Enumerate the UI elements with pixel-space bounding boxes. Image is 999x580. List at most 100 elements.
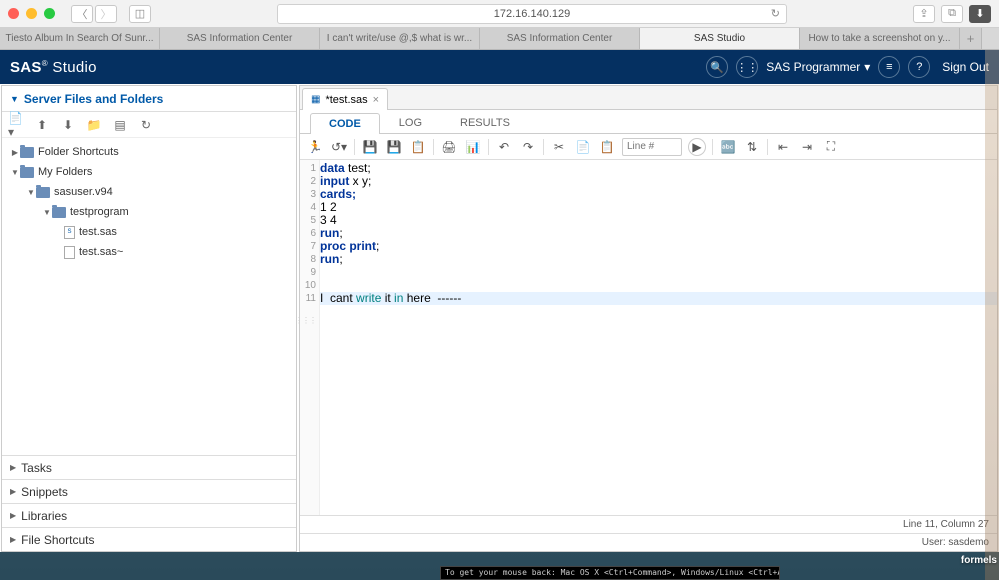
menu-icon[interactable]: ≡ xyxy=(878,56,900,78)
code-content[interactable]: data test; input x y; cards; 1 2 3 4 run… xyxy=(320,160,997,515)
tree-file[interactable]: test.sas~ xyxy=(2,242,296,262)
tree-file[interactable]: S test.sas xyxy=(2,222,296,242)
save-icon[interactable]: 💾 xyxy=(361,138,379,156)
close-window[interactable] xyxy=(8,8,19,19)
sign-out-link[interactable]: Sign Out xyxy=(942,60,989,74)
line-gutter: 1234567891011 xyxy=(300,160,320,515)
vm-hint-bar: To get your mouse back: Mac OS X <Ctrl+C… xyxy=(440,566,780,580)
sas-header: SAS® Studio 🔍 ⋮⋮ SAS Programmer▾ ≡ ? Sig… xyxy=(0,50,999,84)
help-icon[interactable]: ? xyxy=(908,56,930,78)
tree-item[interactable]: ▼ sasuser.v94 xyxy=(2,182,296,202)
editor-area: ⋮⋮⋮ ▦ *test.sas × CODE LOG RESULTS 🏃 ↺▾ … xyxy=(299,85,998,552)
tree-item[interactable]: ▼ My Folders xyxy=(2,162,296,182)
browser-tab[interactable]: How to take a screenshot on y... xyxy=(800,28,960,49)
upload-icon[interactable]: ⬆ xyxy=(34,117,50,133)
panel-file-shortcuts[interactable]: ▶File Shortcuts xyxy=(2,527,296,551)
sas-file-icon: ▦ xyxy=(311,94,320,105)
forward-button[interactable]: 〉 xyxy=(95,5,117,23)
new-folder-icon[interactable]: 📁 xyxy=(86,117,102,133)
goto-line-input[interactable] xyxy=(622,138,682,156)
panel-header-files[interactable]: ▼ Server Files and Folders xyxy=(2,86,296,112)
panel-snippets[interactable]: ▶Snippets xyxy=(2,479,296,503)
browser-tab[interactable]: SAS Information Center xyxy=(160,28,320,49)
browser-tab[interactable]: SAS Information Center xyxy=(480,28,640,49)
desktop-background-edge xyxy=(985,50,999,580)
view-tabs: CODE LOG RESULTS xyxy=(300,110,997,134)
print-icon[interactable]: 🖨 xyxy=(440,138,458,156)
panel-libraries[interactable]: ▶Libraries xyxy=(2,503,296,527)
cut-icon[interactable]: ✂ xyxy=(550,138,568,156)
share-button[interactable]: ⇪ xyxy=(913,5,935,23)
tabs-button[interactable]: ⧉ xyxy=(941,5,963,23)
downloads-button[interactable]: ⬇ xyxy=(969,5,991,23)
browser-tab-bar: Tiesto Album In Search Of Sunr... SAS In… xyxy=(0,28,999,50)
run-icon[interactable]: 🏃 xyxy=(306,138,324,156)
expand-icon[interactable]: ▶ xyxy=(10,148,20,157)
browser-toolbar: 〈 〉 ◫ 172.16.140.129 ↻ ⇪ ⧉ ⬇ xyxy=(0,0,999,28)
history-icon[interactable]: ↺▾ xyxy=(330,138,348,156)
tree-item[interactable]: ▶ Folder Shortcuts xyxy=(2,142,296,162)
folder-icon xyxy=(36,187,50,198)
folder-icon xyxy=(20,147,34,158)
desktop-label: formels xyxy=(961,555,997,566)
file-tabs: ▦ *test.sas × xyxy=(300,86,997,110)
folder-icon xyxy=(52,207,66,218)
new-tab-button[interactable]: + xyxy=(960,28,982,49)
copy-icon[interactable]: 📄 xyxy=(574,138,592,156)
main-area: ▼ Server Files and Folders 📄▾ ⬆ ⬇ 📁 ▤ ↻ … xyxy=(0,84,999,552)
replace-icon[interactable]: ⇅ xyxy=(743,138,761,156)
sas-logo: SAS® Studio xyxy=(10,59,97,76)
undo-icon[interactable]: ↶ xyxy=(495,138,513,156)
maximize-icon[interactable]: ⛶ xyxy=(822,138,840,156)
tab-results[interactable]: RESULTS xyxy=(441,112,529,133)
tab-code[interactable]: CODE xyxy=(310,113,380,134)
export-icon[interactable]: 📋 xyxy=(409,138,427,156)
back-button[interactable]: 〈 xyxy=(71,5,93,23)
sas-file-icon: S xyxy=(64,226,75,239)
caret-down-icon: ▼ xyxy=(10,94,19,104)
url-bar[interactable]: 172.16.140.129 ↻ xyxy=(277,4,787,24)
new-file-icon[interactable]: 📄▾ xyxy=(8,117,24,133)
traffic-lights xyxy=(8,8,55,19)
redo-icon[interactable]: ↷ xyxy=(519,138,537,156)
sidebar-toolbar: 📄▾ ⬆ ⬇ 📁 ▤ ↻ xyxy=(2,112,296,138)
browser-tab[interactable]: I can't write/use @,$ what is wr... xyxy=(320,28,480,49)
close-tab-icon[interactable]: × xyxy=(373,94,379,106)
indent-icon[interactable]: ⇥ xyxy=(798,138,816,156)
reload-icon[interactable]: ↻ xyxy=(771,7,780,20)
cursor-status: Line 11, Column 27 xyxy=(300,515,997,533)
collapse-icon[interactable]: ▼ xyxy=(26,188,36,197)
user-status: User: sasdemo xyxy=(300,533,997,551)
file-tab[interactable]: ▦ *test.sas × xyxy=(302,88,388,110)
paste-icon[interactable]: 📋 xyxy=(598,138,616,156)
refresh-icon[interactable]: ↻ xyxy=(138,117,154,133)
find-icon[interactable]: 🔤 xyxy=(719,138,737,156)
chevron-down-icon: ▾ xyxy=(864,60,870,74)
download-icon[interactable]: ⬇ xyxy=(60,117,76,133)
tree-item[interactable]: ▼ testprogram xyxy=(2,202,296,222)
folder-icon xyxy=(20,167,34,178)
url-text: 172.16.140.129 xyxy=(494,8,570,20)
editor-toolbar: 🏃 ↺▾ 💾 💾 📋 🖨 📊 ↶ ↷ ✂ 📄 📋 ▶ 🔤 ⇅ ⇤ ⇥ ⛶ xyxy=(300,134,997,160)
sidebar-toggle-button[interactable]: ◫ xyxy=(129,5,151,23)
browser-tab-active[interactable]: SAS Studio xyxy=(640,28,800,49)
summary-icon[interactable]: 📊 xyxy=(464,138,482,156)
file-tree: ▶ Folder Shortcuts ▼ My Folders ▼ sasuse… xyxy=(2,138,296,455)
tab-log[interactable]: LOG xyxy=(380,112,441,133)
panel-tasks[interactable]: ▶Tasks xyxy=(2,455,296,479)
code-editor[interactable]: 1234567891011 data test; input x y; card… xyxy=(300,160,997,515)
sidebar: ▼ Server Files and Folders 📄▾ ⬆ ⬇ 📁 ▤ ↻ … xyxy=(1,85,297,552)
outdent-icon[interactable]: ⇤ xyxy=(774,138,792,156)
go-icon[interactable]: ▶ xyxy=(688,138,706,156)
browser-tab[interactable]: Tiesto Album In Search Of Sunr... xyxy=(0,28,160,49)
splitter-handle[interactable]: ⋮⋮⋮ xyxy=(295,319,301,343)
zoom-window[interactable] xyxy=(44,8,55,19)
properties-icon[interactable]: ▤ xyxy=(112,117,128,133)
collapse-icon[interactable]: ▼ xyxy=(10,168,20,177)
apps-icon[interactable]: ⋮⋮ xyxy=(736,56,758,78)
user-menu[interactable]: SAS Programmer▾ xyxy=(766,60,870,74)
minimize-window[interactable] xyxy=(26,8,37,19)
search-icon[interactable]: 🔍 xyxy=(706,56,728,78)
collapse-icon[interactable]: ▼ xyxy=(42,208,52,217)
save-as-icon[interactable]: 💾 xyxy=(385,138,403,156)
